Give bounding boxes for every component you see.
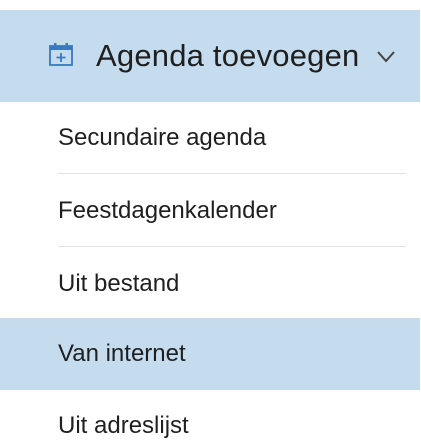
menu-item-label: Feestdagenkalender (58, 197, 277, 224)
menu-item-secondary-calendar[interactable]: Secundaire agenda (0, 102, 406, 174)
add-calendar-header[interactable]: Agenda toevoegen (0, 10, 420, 102)
calendar-add-icon (48, 41, 74, 67)
menu-item-from-directory[interactable]: Uit adreslijst (0, 390, 406, 446)
add-calendar-menu: Agenda toevoegen Secundaire agenda Feest… (0, 0, 421, 446)
menu-item-label: Secundaire agenda (58, 124, 267, 151)
menu-item-from-internet[interactable]: Van internet (0, 318, 420, 390)
menu-item-label: Uit adreslijst (58, 412, 189, 439)
chevron-down-icon (376, 50, 396, 64)
menu-item-holiday-calendar[interactable]: Feestdagenkalender (0, 175, 406, 247)
menu-item-label: Van internet (58, 340, 186, 367)
add-calendar-label: Agenda toevoegen (96, 38, 360, 73)
menu-item-from-file[interactable]: Uit bestand (0, 248, 406, 320)
menu-item-label: Uit bestand (58, 270, 180, 297)
